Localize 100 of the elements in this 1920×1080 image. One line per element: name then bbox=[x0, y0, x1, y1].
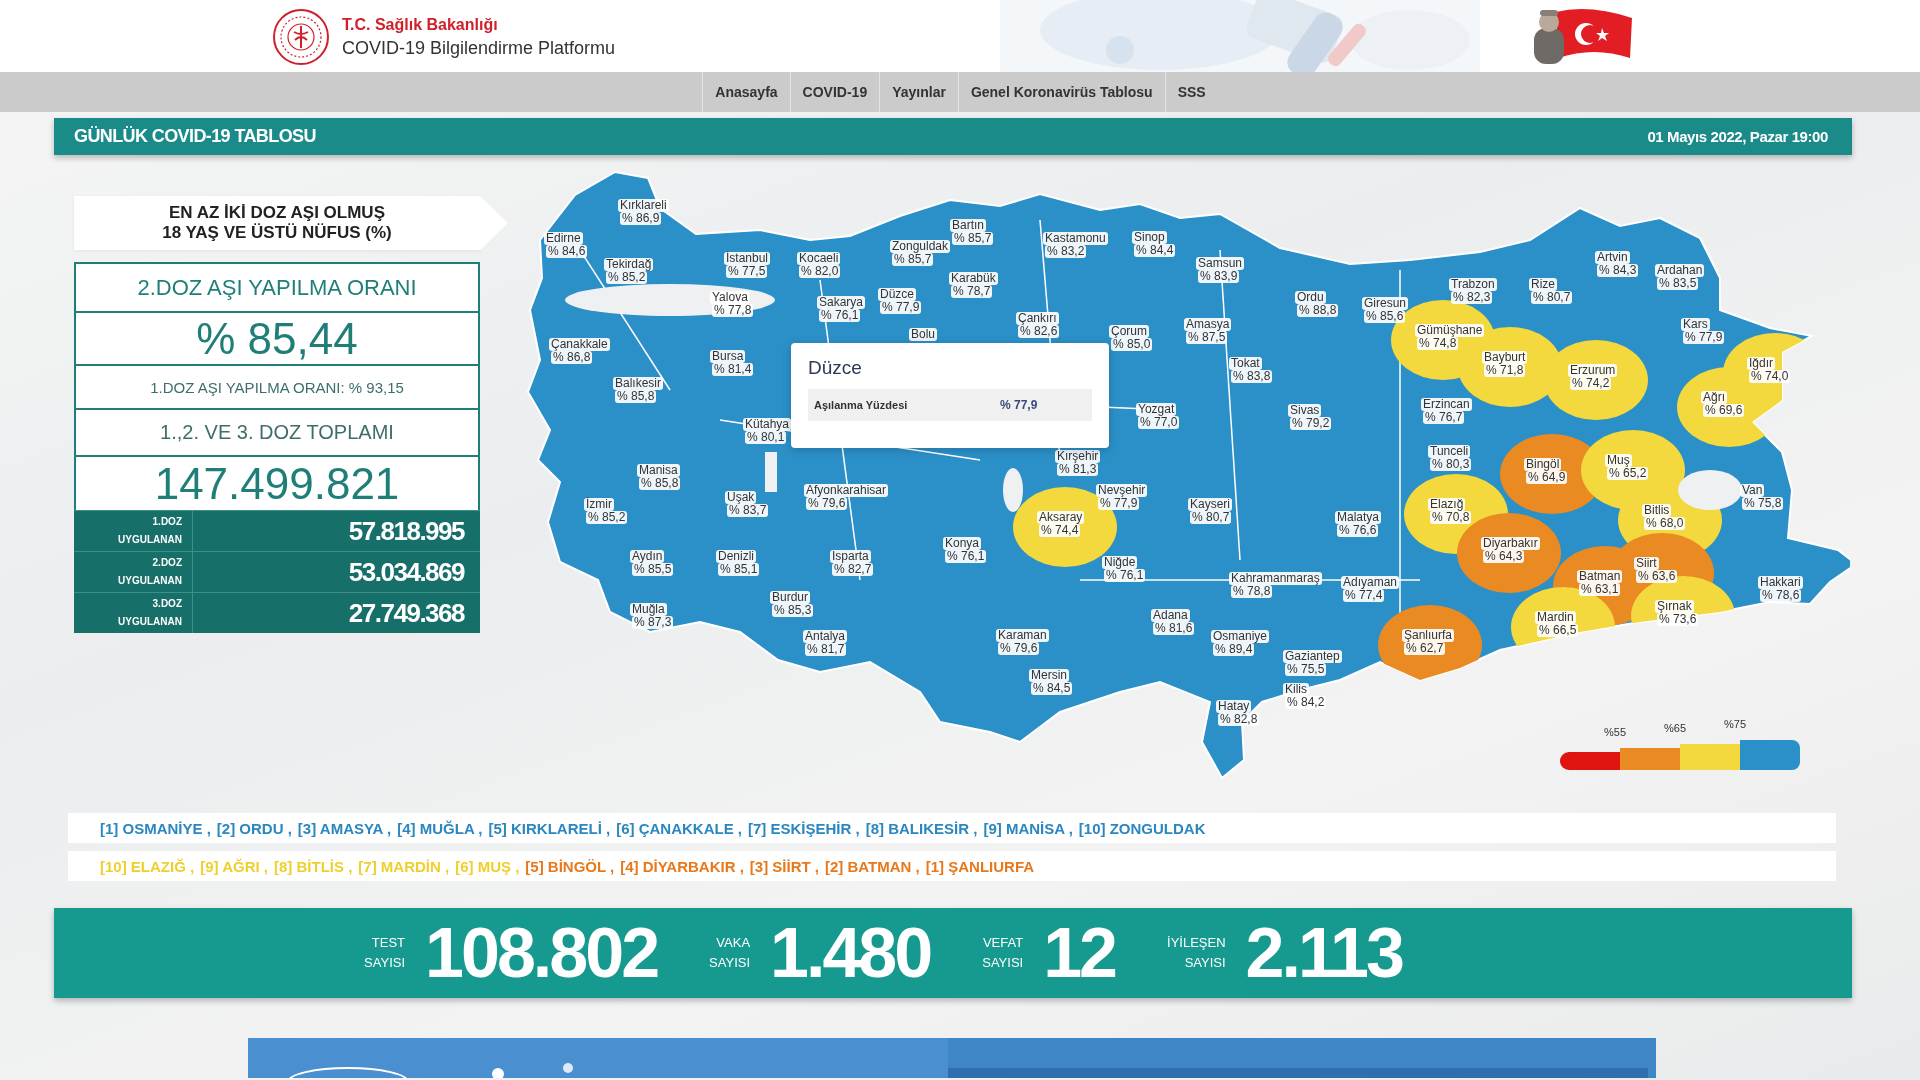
province-name: Ardahan bbox=[1655, 264, 1705, 277]
province-value: % 64,3 bbox=[1483, 550, 1525, 563]
province-value: % 85,8 bbox=[639, 477, 681, 490]
platform-name: COVID-19 Bilgilendirme Platformu bbox=[342, 37, 616, 59]
stat-value: 12 bbox=[1043, 913, 1116, 993]
province-value: % 75,8 bbox=[1742, 497, 1784, 510]
province-name: Isparta bbox=[830, 550, 871, 563]
province-value: % 79,2 bbox=[1290, 417, 1332, 430]
province-name: Giresun bbox=[1362, 297, 1409, 310]
province-value: % 82,0 bbox=[799, 265, 841, 278]
tooltip-label: Aşılanma Yüzdesi bbox=[814, 399, 909, 411]
province-value: % 84,6 bbox=[546, 245, 588, 258]
province-name: Elazığ bbox=[1428, 498, 1466, 511]
province-value: % 82,6 bbox=[1018, 325, 1060, 338]
seal-icon bbox=[272, 8, 330, 66]
province-value: % 78,8 bbox=[1231, 585, 1273, 598]
legend-label: %55 bbox=[1604, 726, 1627, 738]
province-name: Yozgat bbox=[1136, 403, 1177, 416]
province-value: % 76,7 bbox=[1423, 411, 1465, 424]
province-name: Van bbox=[1740, 484, 1765, 497]
province-value: % 77,4 bbox=[1343, 589, 1385, 602]
province-name: Karabük bbox=[949, 272, 998, 285]
province-value: % 83,7 bbox=[727, 504, 769, 517]
province-value: % 85,3 bbox=[772, 604, 814, 617]
province-value: % 71,8 bbox=[1484, 364, 1526, 377]
province-value: % 85,5 bbox=[632, 563, 674, 576]
province-name: Tekirdağ bbox=[604, 258, 654, 271]
province-name: Karaman bbox=[996, 629, 1049, 642]
province-value: % 77,0 bbox=[1138, 416, 1180, 429]
legend-label: %75 bbox=[1724, 718, 1747, 730]
province-value: % 88,8 bbox=[1297, 304, 1339, 317]
province-value: % 64,9 bbox=[1526, 471, 1568, 484]
tooltip-value: % 77,9 bbox=[1000, 398, 1038, 412]
province-value: % 89,4 bbox=[1213, 643, 1255, 656]
nav-link[interactable]: Genel Koronavirüs Tablosu bbox=[957, 72, 1165, 112]
province-name: Şırnak bbox=[1655, 600, 1694, 613]
province-value: % 63,6 bbox=[1636, 570, 1678, 583]
province-name: Kocaeli bbox=[797, 252, 841, 265]
province-name: Kırklareli bbox=[618, 199, 669, 212]
ranking-item: [9] AĞRI , bbox=[200, 857, 268, 875]
province-name: Kilis bbox=[1283, 683, 1309, 696]
nav-link[interactable]: SSS bbox=[1164, 72, 1218, 112]
nav-link[interactable]: Anasayfa bbox=[702, 72, 790, 112]
dose-label: 3.DOZ UYGULANAN bbox=[117, 597, 182, 629]
province-value: % 77,9 bbox=[880, 301, 922, 314]
ranking-item: [10] ELAZIĞ , bbox=[100, 857, 195, 875]
province-name: İzmir bbox=[584, 498, 614, 511]
province-name: Kars bbox=[1681, 318, 1710, 331]
ranking-item: [5] KIRKLARELİ , bbox=[488, 819, 611, 837]
province-name: Ordu bbox=[1295, 291, 1326, 304]
province-name: Sakarya bbox=[817, 296, 866, 309]
province-value: % 65,2 bbox=[1607, 467, 1649, 480]
province-name: Düzce bbox=[878, 288, 916, 301]
province-value: % 68,0 bbox=[1644, 517, 1686, 530]
province-value: % 74,4 bbox=[1039, 524, 1081, 537]
province-value: % 76,1 bbox=[1104, 569, 1146, 582]
province-value: % 84,3 bbox=[1597, 264, 1639, 277]
province-value: % 75,5 bbox=[1285, 663, 1327, 676]
ranking-item: [3] SİİRT , bbox=[749, 857, 820, 875]
province-name: Uşak bbox=[725, 491, 757, 504]
province-name: Bursa bbox=[710, 350, 746, 363]
province-name: Konya bbox=[943, 537, 982, 550]
province-value: % 77,5 bbox=[726, 265, 768, 278]
province-value: % 85,1 bbox=[718, 563, 760, 576]
province-name: Afyonkarahisar bbox=[804, 484, 889, 497]
nav-link[interactable]: Yayınlar bbox=[879, 72, 958, 112]
province-name: Amasya bbox=[1184, 318, 1232, 331]
stat-label: İYİLEŞEN SAYISI bbox=[1167, 934, 1226, 972]
province-name: Bartın bbox=[950, 219, 986, 232]
ranking-item: [2] BATMAN , bbox=[825, 857, 920, 875]
province-name: Iğdır bbox=[1747, 357, 1775, 370]
province-value: % 84,2 bbox=[1285, 696, 1327, 709]
province-name: Muğla bbox=[630, 603, 667, 616]
ranking-item: [6] ÇANAKKALE , bbox=[616, 819, 742, 837]
province-value: % 84,4 bbox=[1134, 244, 1176, 257]
ranking-item: [4] MUĞLA , bbox=[397, 819, 483, 837]
province-name: Sivas bbox=[1288, 404, 1322, 417]
province-name: Antalya bbox=[803, 630, 848, 643]
dose-label: 2.DOZ UYGULANAN bbox=[117, 556, 182, 588]
province-value: % 80,1 bbox=[745, 431, 787, 444]
ranking-item: [2] ORDU , bbox=[216, 819, 292, 837]
province-value: % 78,7 bbox=[951, 285, 993, 298]
province-value: % 77,8 bbox=[712, 304, 754, 317]
province-name: Kırşehir bbox=[1055, 450, 1101, 463]
province-value: % 86,9 bbox=[620, 212, 662, 225]
ministry-name: T.C. Sağlık Bakanlığı bbox=[342, 15, 499, 34]
province-name: Mardin bbox=[1535, 611, 1576, 624]
ranking-item: [5] BİNGÖL , bbox=[525, 857, 615, 875]
province-value: % 83,9 bbox=[1198, 270, 1240, 283]
province-value: % 85,0 bbox=[1111, 338, 1153, 351]
province-value: % 80,7 bbox=[1531, 291, 1573, 304]
province-name: Bolu bbox=[909, 328, 938, 341]
page-title: GÜNLÜK COVID-19 TABLOSU bbox=[74, 126, 316, 147]
province-value: % 85,7 bbox=[892, 253, 934, 266]
province-name: Çanakkale bbox=[549, 338, 610, 351]
province-name: Burdur bbox=[770, 591, 811, 604]
province-name: Kütahya bbox=[743, 418, 792, 431]
province-value: % 79,6 bbox=[998, 642, 1040, 655]
province-value: % 63,1 bbox=[1579, 583, 1621, 596]
nav-link[interactable]: COVID-19 bbox=[789, 72, 880, 112]
